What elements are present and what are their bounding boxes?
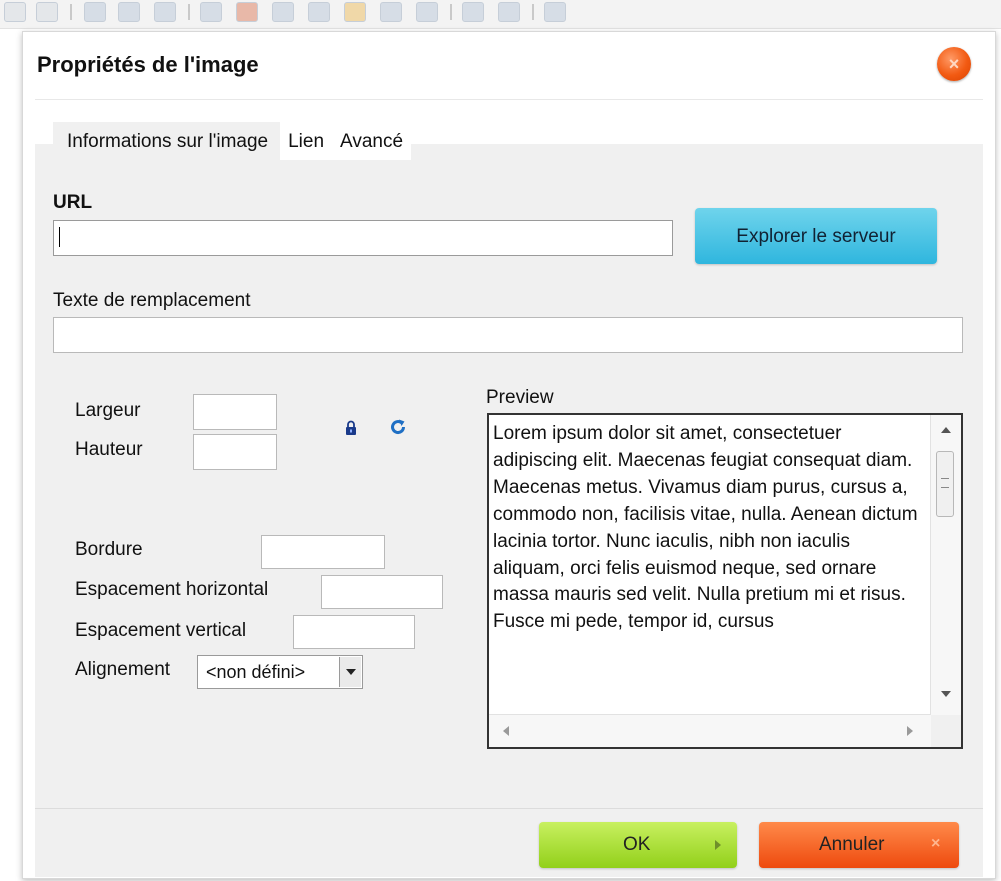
vspace-input[interactable] xyxy=(293,615,415,649)
alt-text-input[interactable] xyxy=(53,317,963,353)
width-input[interactable] xyxy=(193,394,277,430)
flag-icon[interactable] xyxy=(154,2,176,22)
vspace-label: Espacement vertical xyxy=(75,620,247,641)
border-label: Bordure xyxy=(75,539,143,560)
preview-pane[interactable]: Lorem ipsum dolor sit amet, consectetuer… xyxy=(487,413,963,749)
toolbar-separator xyxy=(70,4,72,20)
ok-label: OK xyxy=(623,834,651,855)
scroll-left-icon[interactable] xyxy=(503,726,509,736)
preview-text: Lorem ipsum dolor sit amet, consectetuer… xyxy=(493,423,918,633)
height-input[interactable] xyxy=(193,434,277,470)
align-select[interactable]: <non défini> xyxy=(197,655,363,689)
preview-label: Preview xyxy=(486,387,554,408)
tab-bar: Informations sur l'image Lien Avancé xyxy=(53,122,412,160)
url-input[interactable] xyxy=(53,220,673,256)
align-select-value: <non défini> xyxy=(206,662,306,682)
dialog-title: Propriétés de l'image xyxy=(37,52,259,77)
horizontal-rule-icon[interactable] xyxy=(308,2,330,22)
hspace-input[interactable] xyxy=(321,575,443,609)
editor-toolbar xyxy=(0,0,1001,29)
arrow-right-icon xyxy=(715,840,721,850)
hspace-label: Espacement horizontal xyxy=(75,579,269,600)
cancel-label: Annuler xyxy=(819,834,885,855)
scroll-thumb[interactable] xyxy=(936,451,954,517)
close-icon[interactable]: × xyxy=(937,47,971,81)
cancel-button[interactable]: Annuler × xyxy=(759,822,959,868)
page-break-icon[interactable] xyxy=(416,2,438,22)
tab-link[interactable]: Lien xyxy=(280,122,333,160)
url-label: URL xyxy=(53,192,93,213)
no-icon[interactable] xyxy=(236,2,258,22)
show-blocks-icon[interactable] xyxy=(498,2,520,22)
height-label: Hauteur xyxy=(75,439,143,460)
help-icon[interactable] xyxy=(544,2,566,22)
close-icon: × xyxy=(931,835,941,852)
align-justify-icon[interactable] xyxy=(36,2,58,22)
toolbar-separator xyxy=(450,4,452,20)
toolbar-separator xyxy=(188,4,190,20)
align-label: Alignement xyxy=(75,659,171,680)
tab-image-info[interactable]: Informations sur l'image xyxy=(53,122,281,160)
width-label: Largeur xyxy=(75,400,141,421)
maximize-icon[interactable] xyxy=(462,2,484,22)
text-caret xyxy=(59,227,60,247)
image-properties-dialog: Propriétés de l'image × Informations sur… xyxy=(22,31,996,879)
alt-text-label: Texte de remplacement xyxy=(53,290,251,311)
tab-advanced[interactable]: Avancé xyxy=(332,122,412,160)
border-input[interactable] xyxy=(261,535,385,569)
ok-button[interactable]: OK xyxy=(539,822,737,868)
scroll-right-icon[interactable] xyxy=(907,726,913,736)
smiley-icon[interactable] xyxy=(344,2,366,22)
scroll-down-icon[interactable] xyxy=(941,691,951,697)
reset-size-icon[interactable] xyxy=(389,418,407,436)
title-divider xyxy=(35,99,983,100)
image-icon[interactable] xyxy=(84,2,106,22)
lock-icon[interactable] xyxy=(345,420,357,436)
browse-server-button[interactable]: Explorer le serveur xyxy=(695,208,937,264)
special-char-icon[interactable] xyxy=(380,2,402,22)
scroll-corner xyxy=(931,715,961,747)
horizontal-scrollbar[interactable] xyxy=(489,714,931,747)
vertical-scrollbar[interactable] xyxy=(930,415,961,715)
image-insert-icon[interactable] xyxy=(200,2,222,22)
scroll-up-icon[interactable] xyxy=(941,427,951,433)
chevron-down-icon[interactable] xyxy=(339,657,361,687)
align-right-icon[interactable] xyxy=(4,2,26,22)
toolbar-separator xyxy=(532,4,534,20)
flash-icon[interactable] xyxy=(118,2,140,22)
table-icon[interactable] xyxy=(272,2,294,22)
